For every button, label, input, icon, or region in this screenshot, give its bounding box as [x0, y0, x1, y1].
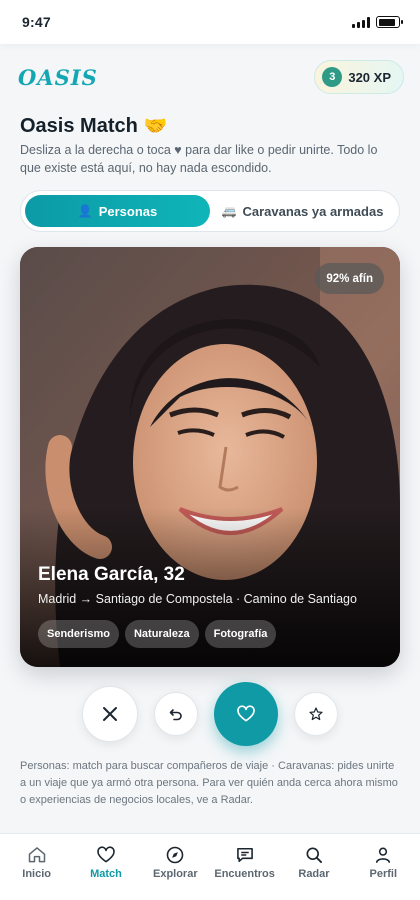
page-title: Oasis Match — [20, 114, 138, 137]
tab-personas-label: Personas — [98, 203, 158, 219]
interest-tags: Senderismo Naturaleza Fotografía — [38, 620, 277, 648]
xp-badge[interactable]: 3 320 XP — [314, 60, 404, 94]
heart-icon — [237, 705, 255, 722]
nav-label: Perfil — [369, 868, 398, 880]
tab-caravanas[interactable]: 🚐 Caravanas ya armadas — [210, 195, 395, 227]
battery-icon — [376, 16, 403, 28]
profile-name: Elena García, 32 — [38, 564, 185, 585]
title-row: Oasis Match 🤝 — [20, 114, 168, 138]
interest-tag: Fotografía — [204, 620, 277, 648]
superlike-button[interactable] — [294, 692, 338, 736]
undo-button[interactable] — [154, 692, 198, 736]
home-icon — [28, 847, 45, 863]
nav-item-radar[interactable]: Radar — [280, 845, 348, 900]
nav-label: Encuentros — [214, 868, 275, 880]
nav-item-explorar[interactable]: Explorar — [141, 845, 209, 900]
match-mode-tabs: 👤 Personas 🚐 Caravanas ya armadas — [20, 190, 400, 232]
app-logo[interactable]: OASIS — [18, 65, 98, 90]
nav-item-perfil[interactable]: Perfil — [349, 845, 417, 900]
user-icon — [376, 847, 391, 863]
heart-icon — [97, 846, 115, 863]
nav-item-encuentros[interactable]: Encuentros — [211, 845, 279, 900]
nav-item-match[interactable]: Match — [72, 845, 140, 900]
interest-tag: Senderismo — [38, 620, 119, 648]
handshake-icon: 🤝 — [143, 116, 168, 137]
status-bar: 9:47 — [0, 0, 420, 44]
xp-level-badge: 3 — [322, 67, 343, 87]
status-icons — [352, 16, 403, 28]
van-icon: 🚐 — [221, 204, 237, 218]
profile-route: Madrid → Santiago de Compostela · Camino… — [38, 592, 357, 606]
close-icon — [103, 707, 117, 721]
chat-icon — [236, 847, 253, 863]
xp-label: 320 XP — [348, 69, 391, 85]
swipe-actions — [0, 682, 420, 746]
compass-icon — [167, 846, 184, 864]
nav-label: Inicio — [22, 868, 52, 880]
top-bar: OASIS 3 320 XP — [18, 60, 404, 94]
like-button[interactable] — [214, 682, 278, 746]
nav-label: Match — [90, 868, 122, 880]
search-icon — [306, 847, 322, 863]
nav-item-inicio[interactable]: Inicio — [3, 845, 71, 900]
tab-personas[interactable]: 👤 Personas — [25, 195, 210, 227]
nav-label: Radar — [298, 868, 330, 880]
dislike-button[interactable] — [82, 686, 138, 742]
help-text: Personas: match para buscar compañeros d… — [20, 760, 398, 806]
profile-card[interactable]: 92% afín Elena García, 32 Madrid → Santi… — [20, 247, 400, 667]
tab-caravanas-label: Caravanas ya armadas — [242, 203, 384, 219]
nav-label: Explorar — [152, 868, 198, 880]
page-subtitle: Desliza a la derecha o toca ♥ para dar l… — [20, 143, 378, 175]
bottom-nav: Inicio Match Explorar Encuentros Radar P… — [0, 833, 420, 900]
interest-tag: Naturaleza — [124, 620, 199, 648]
star-icon — [309, 707, 323, 721]
signal-icon — [352, 16, 370, 28]
status-time: 9:47 — [22, 14, 51, 30]
affinity-badge: 92% afín — [315, 263, 384, 294]
person-icon: 👤 — [77, 204, 93, 218]
undo-icon — [169, 709, 182, 721]
